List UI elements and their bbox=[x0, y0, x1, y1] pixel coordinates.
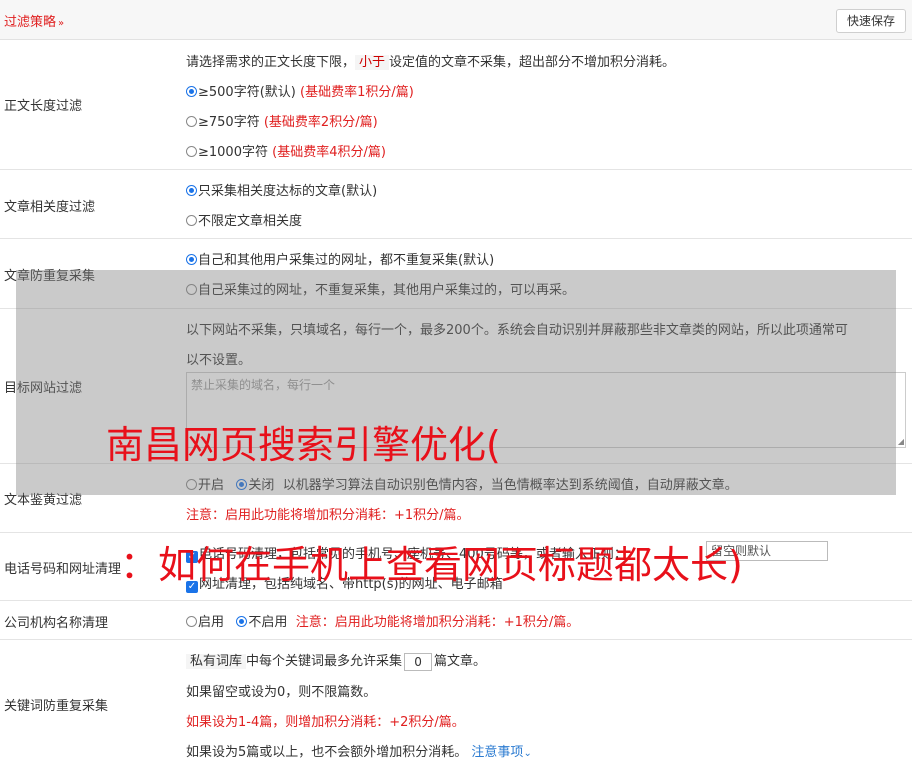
org-clean-options: 启用 不启用 注意：启用此功能将增加积分消耗：+1积分/篇。 bbox=[186, 611, 579, 630]
org-option-off[interactable]: 不启用 bbox=[236, 615, 287, 630]
chevron-down-icon: » bbox=[58, 18, 65, 29]
length-filter-desc: 请选择需求的正文长度下限， 小于 设定值的文章不采集，超出部分不增加积分消耗。 bbox=[186, 55, 676, 70]
org-option-on[interactable]: 启用 bbox=[186, 615, 224, 630]
radio-icon[interactable] bbox=[186, 215, 197, 226]
keyword-dedup-line-2: 如果留空或设为0，则不限篇数。 bbox=[186, 685, 377, 700]
row-keyword-dedup: 关键词防重复采集 私有词库 中每个关键词最多允许采集 0 篇文章。 如果留空或设为0，… bbox=[0, 640, 912, 768]
radio-selected-icon[interactable] bbox=[186, 254, 197, 265]
length-option-1000[interactable]: ≥1000字符 (基础费率4积分/篇) bbox=[186, 141, 386, 160]
section-title[interactable]: 过滤策略» bbox=[4, 11, 64, 30]
relevance-option-any[interactable]: 不限定文章相关度 bbox=[186, 210, 302, 229]
radio-icon[interactable] bbox=[186, 116, 197, 127]
radio-icon[interactable] bbox=[186, 146, 197, 157]
relevance-label: 文章相关度过滤 bbox=[4, 200, 96, 215]
porn-filter-note: 注意：启用此功能将增加积分消耗：+1积分/篇。 bbox=[186, 508, 470, 523]
radio-selected-icon[interactable] bbox=[186, 86, 197, 97]
org-clean-label: 公司机构名称清理 bbox=[4, 616, 109, 631]
org-clean-note: 注意：启用此功能将增加积分消耗：+1积分/篇。 bbox=[295, 615, 580, 630]
length-option-750[interactable]: ≥750字符 (基础费率2积分/篇) bbox=[186, 111, 378, 130]
row-relevance: 文章相关度过滤 只采集相关度达标的文章(默认) 不限定文章相关度 bbox=[0, 170, 912, 239]
resize-grip-icon[interactable]: ◢ bbox=[898, 437, 904, 446]
keyword-dedup-label: 关键词防重复采集 bbox=[4, 699, 109, 714]
relevance-option-strict[interactable]: 只采集相关度达标的文章(默认) bbox=[186, 180, 377, 199]
radio-selected-icon[interactable] bbox=[236, 616, 248, 627]
chevron-down-icon: ⌄ bbox=[523, 748, 532, 759]
private-lexicon-link[interactable]: 私有词库 bbox=[186, 654, 247, 669]
phone-clean-label: 电话号码和网址清理 bbox=[4, 562, 122, 577]
length-option-500[interactable]: ≥500字符(默认) (基础费率1积分/篇) bbox=[186, 81, 414, 100]
watermark-line-2: ：如何在手机上查看网页标题都太长) bbox=[120, 543, 743, 587]
notes-link[interactable]: 注意事项⌄ bbox=[471, 745, 531, 760]
length-filter-label: 正文长度过滤 bbox=[4, 99, 83, 114]
row-org-clean: 公司机构名称清理 启用 不启用 注意：启用此功能将增加积分消耗：+1积分/篇。 bbox=[0, 601, 912, 640]
radio-selected-icon[interactable] bbox=[186, 185, 197, 196]
keyword-dedup-line-4: 如果设为5篇或以上，也不会额外增加积分消耗。 注意事项⌄ bbox=[186, 745, 532, 760]
watermark-line-1: 南昌网页搜索引擎优化( bbox=[106, 423, 501, 467]
keyword-dedup-line-1: 私有词库 中每个关键词最多允许采集 0 篇文章。 bbox=[186, 650, 486, 671]
radio-icon[interactable] bbox=[186, 616, 197, 627]
keyword-dedup-line-3: 如果设为1-4篇，则增加积分消耗：+2积分/篇。 bbox=[186, 715, 465, 730]
max-articles-input[interactable]: 0 bbox=[404, 652, 433, 671]
dedup-option-all[interactable]: 自己和其他用户采集过的网址，都不重复采集(默认) bbox=[186, 249, 494, 268]
filter-header: 过滤策略» 快速保存 bbox=[0, 0, 912, 40]
row-length-filter: 正文长度过滤 请选择需求的正文长度下限， 小于 设定值的文章不采集，超出部分不增加积… bbox=[0, 40, 912, 170]
less-than-highlight: 小于 bbox=[355, 55, 390, 70]
quick-save-button[interactable]: 快速保存 bbox=[836, 9, 906, 33]
